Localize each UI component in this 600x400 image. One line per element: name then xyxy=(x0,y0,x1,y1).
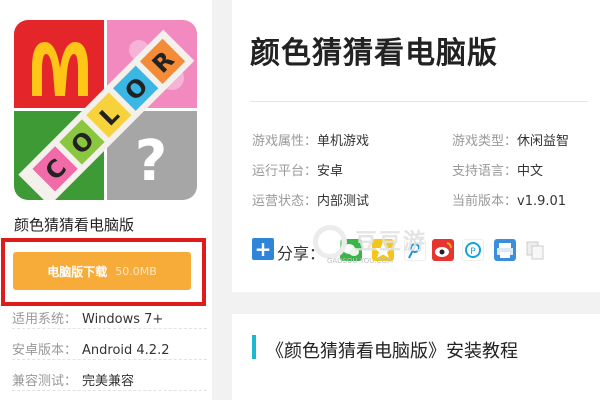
download-button-label: 电脑版下载 xyxy=(47,264,108,279)
attr-value: 休闲益智 xyxy=(517,134,570,149)
attr-platform: 运行平台：安卓 xyxy=(252,160,343,179)
spec-value: 完美兼容 xyxy=(82,374,135,389)
attr-value: 内部测试 xyxy=(317,194,370,209)
attr-key: 游戏属性： xyxy=(252,134,318,149)
attr-value: 单机游戏 xyxy=(317,134,370,149)
print-icon[interactable] xyxy=(494,239,516,261)
share-plus-icon[interactable]: + xyxy=(252,238,274,260)
download-size: 50.0MB xyxy=(115,264,157,278)
copy-icon[interactable] xyxy=(524,239,546,261)
attr-status: 运营状态：内部测试 xyxy=(252,190,369,209)
attr-value: 安卓 xyxy=(317,164,344,179)
pengyou-icon[interactable]: P xyxy=(462,239,484,261)
download-button[interactable]: 电脑版下载 50.0MB xyxy=(13,252,191,290)
spec-key: 兼容测试： xyxy=(12,374,78,389)
weibo-icon[interactable] xyxy=(432,239,454,261)
attr-game-property: 游戏属性：单机游戏 xyxy=(252,130,369,149)
spec-row-system: 适用系统： Windows 7+ xyxy=(12,308,207,329)
qzone-icon[interactable] xyxy=(372,239,394,261)
svg-text:P: P xyxy=(470,247,476,257)
section-accent-bar xyxy=(252,335,256,359)
share-label: 分享： xyxy=(277,244,326,263)
attr-value: v1.9.01 xyxy=(517,194,567,209)
attr-game-type: 游戏类型：休闲益智 xyxy=(452,130,569,149)
spec-key: 适用系统： xyxy=(12,312,78,327)
attr-key: 运营状态： xyxy=(252,194,318,209)
divider xyxy=(250,101,588,102)
section-title[interactable]: 《颜色猜猜看电脑版》安装教程 xyxy=(266,337,518,363)
spec-value: Android 4.2.2 xyxy=(82,343,170,358)
share-bar: + 分享： P xyxy=(252,237,592,265)
tencent-weibo-icon[interactable] xyxy=(404,239,426,261)
attr-value: 中文 xyxy=(517,164,544,179)
page-title: 颜色猜猜看电脑版 xyxy=(250,36,498,71)
spec-value: Windows 7+ xyxy=(82,312,164,327)
attr-key: 当前版本： xyxy=(452,194,518,209)
attr-key: 游戏类型： xyxy=(452,134,518,149)
spec-row-compat: 兼容测试： 完美兼容 xyxy=(12,370,207,391)
attr-version: 当前版本：v1.9.01 xyxy=(452,190,566,209)
attr-key: 运行平台： xyxy=(252,164,318,179)
app-icon-graphic: ? C O L O R xyxy=(14,20,197,200)
wechat-icon[interactable] xyxy=(340,239,362,261)
attr-key: 支持语言： xyxy=(452,164,518,179)
attr-language: 支持语言：中文 xyxy=(452,160,543,179)
app-name: 颜色猜猜看电脑版 xyxy=(14,216,135,234)
app-icon[interactable]: ? C O L O R xyxy=(14,20,197,200)
icon-question-text: ? xyxy=(135,129,167,194)
spec-key: 安卓版本： xyxy=(12,343,78,358)
spec-row-android: 安卓版本： Android 4.2.2 xyxy=(12,339,207,360)
